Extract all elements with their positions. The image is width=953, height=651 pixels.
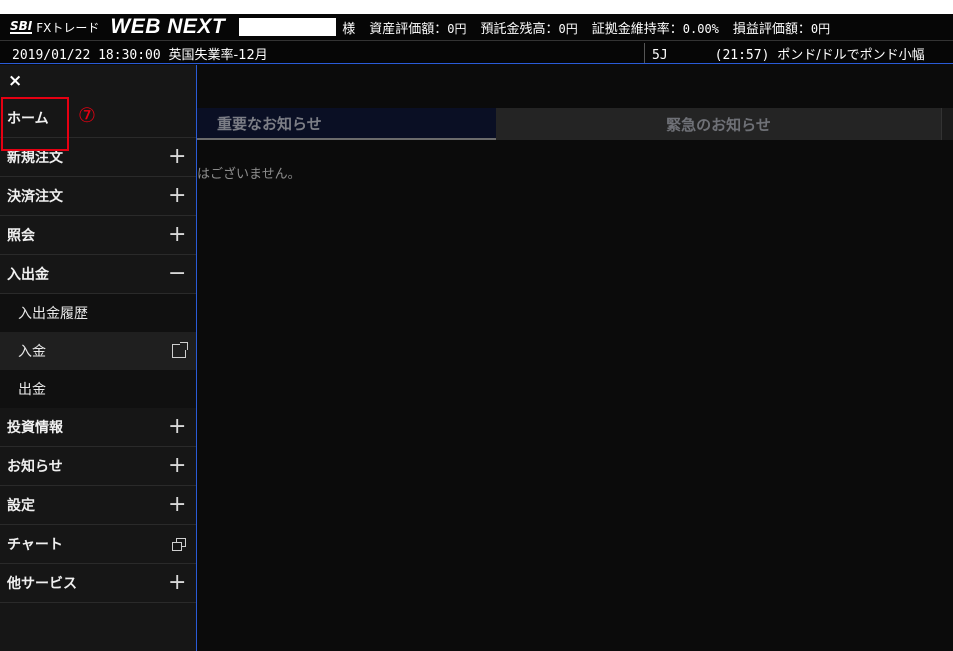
indicator-datetime: 2019/01/22 18:30:00 xyxy=(12,48,169,63)
plus-icon: + xyxy=(168,492,187,517)
sidebar-item-label: 他サービス xyxy=(7,576,77,592)
logo: SBI FXトレード WEB NEXT xyxy=(0,14,225,40)
close-icon[interactable]: × xyxy=(8,71,22,91)
news-time: (21:57) xyxy=(714,48,778,63)
asset-valuation: 資産評価額：0円 xyxy=(369,18,466,37)
pl-valuation: 損益評価額：0円 xyxy=(733,18,830,37)
sidebar-item-label: 入出金 xyxy=(7,267,49,283)
news-text: ポンド/ドルでポンド小幅 xyxy=(777,48,925,63)
logo-fx: FXトレード xyxy=(36,20,100,35)
sidebar-item-label: チャート xyxy=(7,537,63,553)
sidebar-item-label: 新規注文 xyxy=(7,150,63,166)
pl-valuation-label: 損益評価額： xyxy=(732,21,811,37)
sidebar-item-investment-info[interactable]: 投資情報 + xyxy=(0,408,196,447)
sidebar-subitem-label: 入出金履歴 xyxy=(18,306,88,322)
plus-icon: + xyxy=(168,453,187,478)
asset-valuation-label: 資産評価額： xyxy=(369,21,448,37)
tab-important-notice[interactable]: 重要なお知らせ xyxy=(197,108,496,140)
ticker-separator xyxy=(644,43,645,63)
sidebar-subitem-withdrawal[interactable]: 出金 xyxy=(0,370,196,408)
top-strip xyxy=(0,0,953,14)
external-link-icon xyxy=(172,342,188,358)
sidebar-item-label: 照会 xyxy=(7,228,35,244)
sidebar-item-home[interactable]: ホーム xyxy=(0,98,196,138)
username-field xyxy=(239,18,337,36)
sidebar-item-label: 設定 xyxy=(7,498,35,514)
pl-valuation-value: 0円 xyxy=(810,21,831,36)
sidebar-item-notices[interactable]: お知らせ + xyxy=(0,447,196,486)
logo-web-next: WEB NEXT xyxy=(110,15,226,38)
sidebar-item-new-order[interactable]: 新規注文 + xyxy=(0,138,196,177)
sidebar-subitem-deposit[interactable]: 入金 xyxy=(0,332,196,370)
sidebar-subitem-label: 入金 xyxy=(18,344,46,360)
sidebar-item-other-services[interactable]: 他サービス + xyxy=(0,564,196,603)
plus-icon: + xyxy=(168,570,187,595)
sidebar-subitem-label: 出金 xyxy=(18,382,46,398)
logo-sbi: SBI xyxy=(10,19,33,34)
sidebar-item-settlement-order[interactable]: 決済注文 + xyxy=(0,177,196,216)
sidebar-item-settings[interactable]: 設定 + xyxy=(0,486,196,525)
sidebar-item-chart[interactable]: チャート xyxy=(0,525,196,564)
deposit-balance-label: 預託金残高： xyxy=(480,21,559,37)
asset-valuation-value: 0円 xyxy=(447,21,467,36)
sidebar-item-label: 決済注文 xyxy=(7,189,63,205)
empty-message: はございません。 xyxy=(197,167,301,182)
sidebar-item-label: 投資情報 xyxy=(7,420,63,436)
margin-ratio-value: 0.00% xyxy=(682,21,719,36)
news-prefix: 5J xyxy=(652,48,668,63)
plus-icon: + xyxy=(168,183,187,208)
sidebar-subitem-history[interactable]: 入出金履歴 xyxy=(0,294,196,332)
main-content: 重要なお知らせ 緊急のお知らせ はございません。 xyxy=(197,65,953,651)
plus-icon: + xyxy=(168,414,187,439)
annotation-number: ⑦ xyxy=(78,103,96,127)
menu-list: ホーム 新規注文 + 決済注文 + 照会 + 入出金 − 入出金履歴 入金 出金 xyxy=(0,98,196,603)
indicator-event: 英国失業率-12月 xyxy=(168,48,268,63)
new-window-icon xyxy=(172,537,186,551)
sidebar-item-inquiry[interactable]: 照会 + xyxy=(0,216,196,255)
minus-icon: − xyxy=(168,261,187,286)
deposit-balance-value: 0円 xyxy=(558,21,578,36)
ticker-bar: 2019/01/22 18:30:00 英国失業率-12月 5J (21:57)… xyxy=(0,40,953,64)
sidebar-item-label: ホーム xyxy=(7,110,49,127)
tab-filler xyxy=(941,108,953,140)
plus-icon: + xyxy=(168,144,187,169)
honorific: 様 xyxy=(342,21,356,37)
header-bar: SBI FXトレード WEB NEXT 様 資産評価額：0円 預託金残高：0円 … xyxy=(0,14,953,40)
economic-indicator[interactable]: 2019/01/22 18:30:00 英国失業率-12月 xyxy=(12,44,268,63)
deposit-balance: 預託金残高：0円 xyxy=(481,18,578,37)
margin-ratio: 証拠金維持率：0.00% xyxy=(592,18,719,37)
sidebar-menu: × ホーム 新規注文 + 決済注文 + 照会 + 入出金 − 入出金履歴 入金 … xyxy=(0,65,197,651)
plus-icon: + xyxy=(168,222,187,247)
margin-ratio-label: 証拠金維持率： xyxy=(591,21,683,37)
news-ticker[interactable]: 5J (21:57) ポンド/ドルでポンド小幅 xyxy=(652,44,925,63)
tab-urgent-notice[interactable]: 緊急のお知らせ xyxy=(496,108,941,140)
sidebar-item-label: お知らせ xyxy=(7,459,63,475)
notice-tabs: 重要なお知らせ 緊急のお知らせ xyxy=(197,108,953,140)
sidebar-item-deposit-withdrawal[interactable]: 入出金 − xyxy=(0,255,196,294)
